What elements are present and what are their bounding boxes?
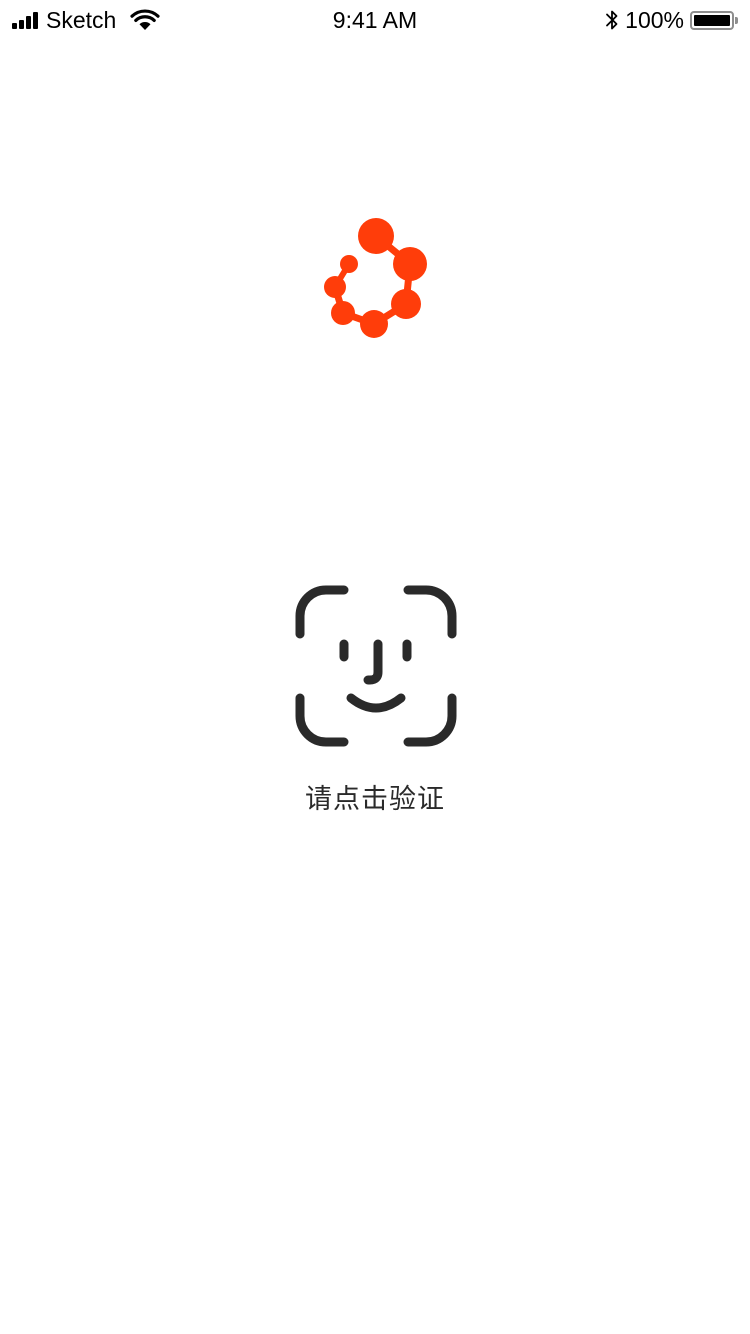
verify-prompt[interactable]: 请点击验证 xyxy=(0,782,750,818)
brand-logo-icon xyxy=(324,218,427,338)
battery-percent: 100% xyxy=(625,7,684,33)
battery-cap xyxy=(735,16,738,24)
face-id-icon[interactable] xyxy=(294,584,458,748)
status-bar: Sketch 9:41 AM 100% xyxy=(0,0,750,40)
battery-icon xyxy=(690,10,734,30)
bluetooth-icon xyxy=(606,10,618,30)
status-bar-right: 100% xyxy=(605,6,738,34)
